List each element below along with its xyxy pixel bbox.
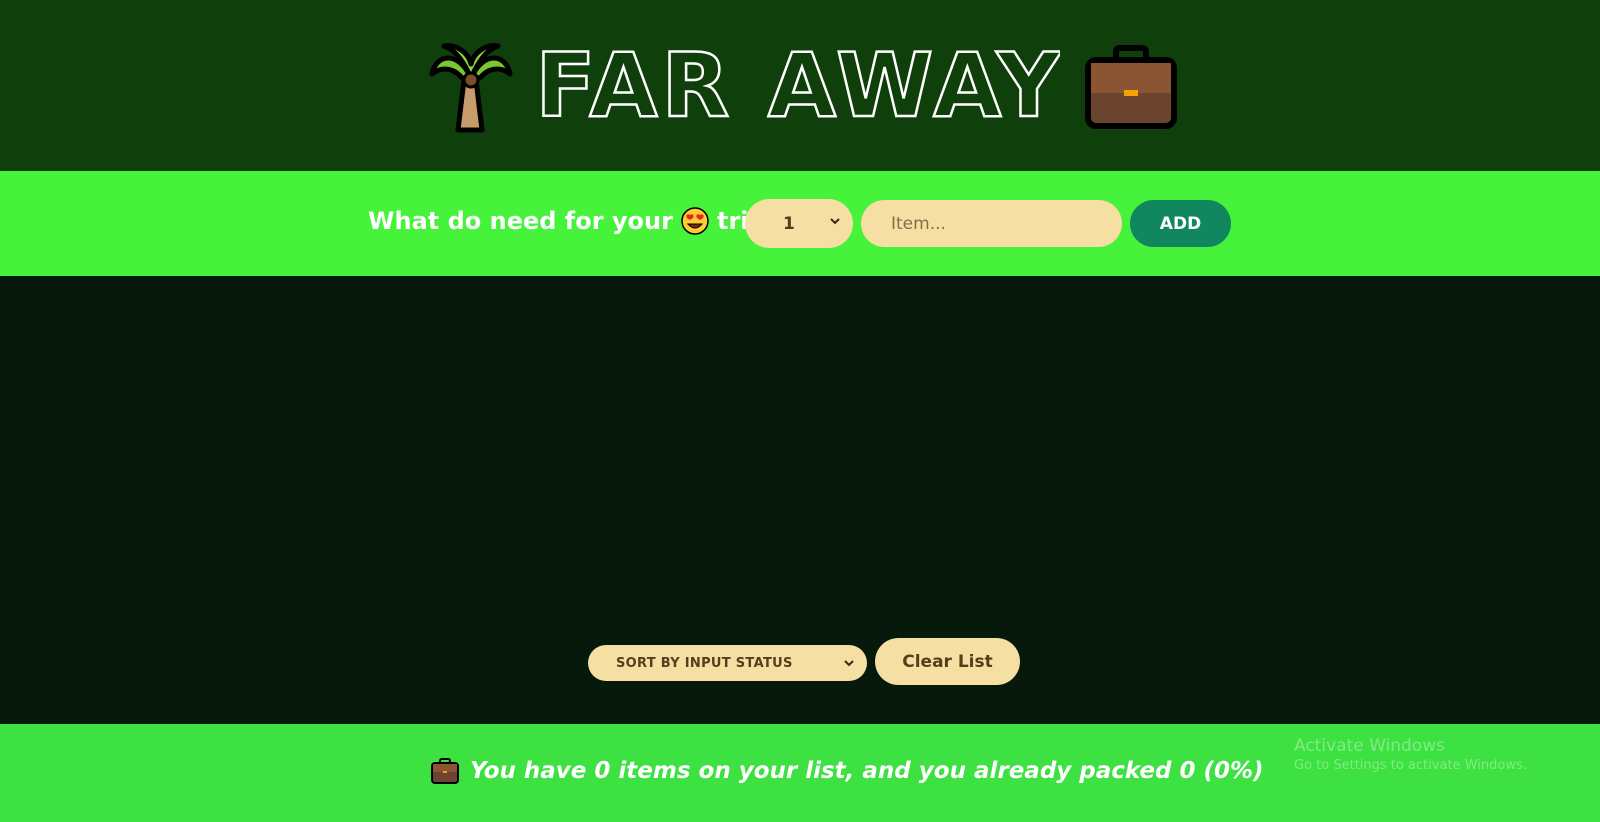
heart-eyes-emoji-icon <box>681 207 709 235</box>
stats-message: You have 0 items on your list, and you a… <box>430 758 1264 784</box>
watermark-subtitle: Go to Settings to activate Windows. <box>1294 758 1527 773</box>
form-prompt: What do need for your trip <box>368 207 766 235</box>
app-title: FAR AWAY <box>540 34 1060 134</box>
sort-select[interactable]: SORT BY INPUT STATUS <box>588 645 867 681</box>
palm-tree-icon <box>429 43 513 133</box>
briefcase-icon <box>431 758 459 784</box>
quantity-select[interactable]: 1 <box>745 199 853 248</box>
clear-list-button[interactable]: Clear List <box>875 638 1020 685</box>
add-button[interactable]: ADD <box>1130 200 1231 247</box>
briefcase-icon <box>1085 45 1177 129</box>
prompt-text-before: What do need for your <box>368 207 673 235</box>
stats-text: You have 0 items on your list, and you a… <box>470 758 1264 784</box>
quantity-value: 1 <box>783 213 795 234</box>
sort-value: SORT BY INPUT STATUS <box>616 655 793 671</box>
activate-windows-watermark: Activate Windows Go to Settings to activ… <box>1294 736 1527 773</box>
chevron-down-icon <box>830 218 840 225</box>
app-title-text: FAR AWAY <box>540 34 1060 134</box>
chevron-down-icon <box>844 660 854 667</box>
item-input[interactable] <box>861 200 1122 247</box>
watermark-title: Activate Windows <box>1294 736 1445 756</box>
